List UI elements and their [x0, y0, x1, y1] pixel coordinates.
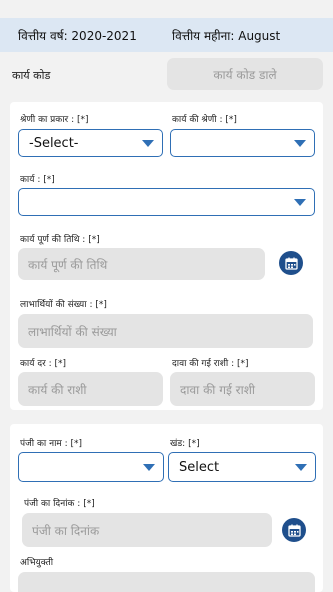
volume-value: Select: [179, 459, 220, 475]
beneficiaries-placeholder: लाभार्थियों की संख्या: [28, 324, 117, 339]
remarks-input[interactable]: [18, 572, 315, 592]
register-date-input[interactable]: पंजी का दिनांक: [22, 513, 272, 547]
chevron-down-icon: [142, 140, 154, 147]
register-date-placeholder: पंजी का दिनांक: [32, 523, 100, 538]
volume-label: खंड: [*]: [170, 439, 200, 449]
chevron-down-icon: [295, 464, 307, 471]
claimed-amount-placeholder: दावा की गई राशी: [180, 382, 255, 397]
volume-select[interactable]: Select: [168, 452, 316, 482]
beneficiaries-input[interactable]: लाभार्थियों की संख्या: [18, 314, 313, 348]
chevron-down-icon: [294, 140, 306, 147]
calendar-icon: [284, 257, 298, 270]
register-date-calendar-button[interactable]: [282, 518, 306, 542]
work-category-label: कार्य की श्रेणी : [*]: [172, 115, 237, 125]
remarks-label: अभियुक्ती: [20, 558, 54, 568]
work-rate-label: कार्य दर : [*]: [20, 359, 67, 369]
work-code-input[interactable]: कार्य कोड डाले: [167, 58, 323, 90]
completion-date-label: कार्य पूर्ण की तिथि : [*]: [20, 235, 100, 245]
completion-date-placeholder: कार्य पूर्ण की तिथि: [28, 257, 108, 272]
completion-date-calendar-button[interactable]: [279, 251, 303, 275]
register-name-label: पंजी का नाम : [*]: [20, 439, 83, 449]
beneficiaries-label: लाभार्थियों की संख्या : [*]: [20, 300, 107, 310]
chevron-down-icon: [294, 199, 306, 206]
completion-date-input[interactable]: कार्य पूर्ण की तिथि: [18, 248, 265, 280]
register-name-select[interactable]: [18, 452, 164, 482]
work-code-placeholder: कार्य कोड डाले: [213, 67, 277, 82]
register-date-label: पंजी का दिनांक : [*]: [24, 499, 95, 509]
chevron-down-icon: [143, 464, 155, 471]
category-type-select[interactable]: -Select-: [18, 129, 163, 157]
financial-info-bar: वित्तीय वर्ष: 2020-2021 वित्तीय महीना: A…: [0, 18, 333, 52]
category-type-value: -Select-: [29, 135, 79, 151]
work-rate-input[interactable]: कार्य की राशी: [18, 372, 163, 406]
financial-year-text: वित्तीय वर्ष: 2020-2021: [18, 29, 137, 43]
claimed-amount-label: दावा की गई राशी : [*]: [172, 359, 249, 369]
work-rate-placeholder: कार्य की राशी: [28, 382, 87, 397]
calendar-icon: [287, 524, 301, 537]
claimed-amount-input[interactable]: दावा की गई राशी: [170, 372, 315, 406]
category-type-label: श्रेणी का प्रकार : [*]: [20, 115, 89, 125]
work-category-select[interactable]: [170, 129, 315, 157]
work-select[interactable]: [18, 188, 315, 216]
work-label: कार्य : [*]: [20, 175, 55, 185]
work-code-label: कार्य कोड: [12, 69, 51, 82]
financial-month-text: वित्तीय महीना: August: [172, 29, 281, 43]
